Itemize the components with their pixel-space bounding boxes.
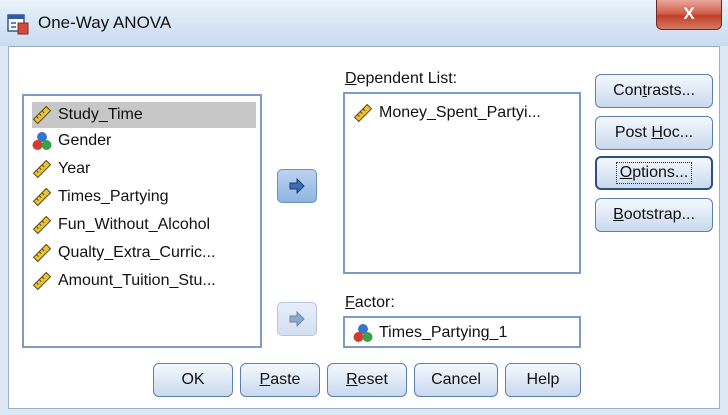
ruler-icon [32,187,52,207]
list-item[interactable]: Gender [32,128,111,154]
list-item[interactable]: Fun_Without_Alcohol [32,212,210,238]
spss-dialog-icon [7,14,29,35]
ruler-icon [32,271,52,291]
title-bar[interactable]: One-Way ANOVA X [0,0,728,46]
paste-button[interactable]: Paste [240,363,320,397]
dependent-list-label: Dependent List: [345,70,458,87]
variable-label: Gender [58,132,112,149]
ruler-icon [32,159,52,179]
list-item[interactable]: Times_Partying_1 [353,320,507,346]
contrasts-button[interactable]: Contrasts... [595,74,713,108]
factor-value: Times_Partying_1 [379,324,508,341]
post-hoc-label: Post Hoc... [614,124,694,141]
factor-label: Factor: [345,294,395,311]
nominal-icon [353,324,373,342]
ruler-icon [353,103,373,123]
bootstrap-label: Bootstrap... [613,206,695,223]
help-button[interactable]: Help [505,363,581,397]
contrasts-label: Contrasts... [613,82,695,99]
close-icon: X [683,4,695,23]
factor-field[interactable]: Times_Partying_1 [343,316,581,348]
list-item[interactable]: Times_Partying [32,184,169,210]
reset-button[interactable]: Reset [327,363,407,397]
variable-label: Times_Partying [58,188,169,205]
options-label: Options... [615,162,693,184]
variable-label: Qualty_Extra_Curric... [58,244,216,261]
ok-label: OK [181,371,205,388]
move-to-factor-button[interactable] [277,302,317,336]
window-title: One-Way ANOVA [38,13,172,32]
close-button[interactable]: X [656,0,722,30]
dependent-list[interactable]: Money_Spent_Partyi... [343,92,581,274]
arrow-right-icon [289,178,305,194]
post-hoc-button[interactable]: Post Hoc... [595,116,713,150]
list-item[interactable]: Study_Time [32,102,256,128]
bootstrap-button[interactable]: Bootstrap... [595,198,713,232]
ruler-icon [32,215,52,235]
ruler-icon [32,243,52,263]
variable-list[interactable]: Study_Time Gender Year Times_Partying Fu… [22,94,262,348]
list-item[interactable]: Money_Spent_Partyi... [353,100,541,126]
arrow-right-icon [289,311,305,327]
help-label: Help [526,371,560,388]
variable-label: Fun_Without_Alcohol [58,216,211,233]
variable-label: Study_Time [58,106,143,123]
list-item[interactable]: Qualty_Extra_Curric... [32,240,215,266]
cancel-label: Cancel [431,371,481,388]
variable-label: Amount_Tuition_Stu... [58,272,216,289]
list-item[interactable]: Amount_Tuition_Stu... [32,268,216,294]
ok-button[interactable]: OK [153,363,233,397]
paste-label: Paste [259,371,301,388]
move-to-dependent-button[interactable] [277,169,317,203]
reset-label: Reset [346,371,388,388]
ruler-icon [32,105,52,125]
options-button[interactable]: Options... [595,156,713,190]
nominal-icon [32,132,52,150]
variable-label: Year [58,160,91,177]
list-item[interactable]: Year [32,156,90,182]
variable-label: Money_Spent_Partyi... [379,104,541,121]
cancel-button[interactable]: Cancel [414,363,498,397]
